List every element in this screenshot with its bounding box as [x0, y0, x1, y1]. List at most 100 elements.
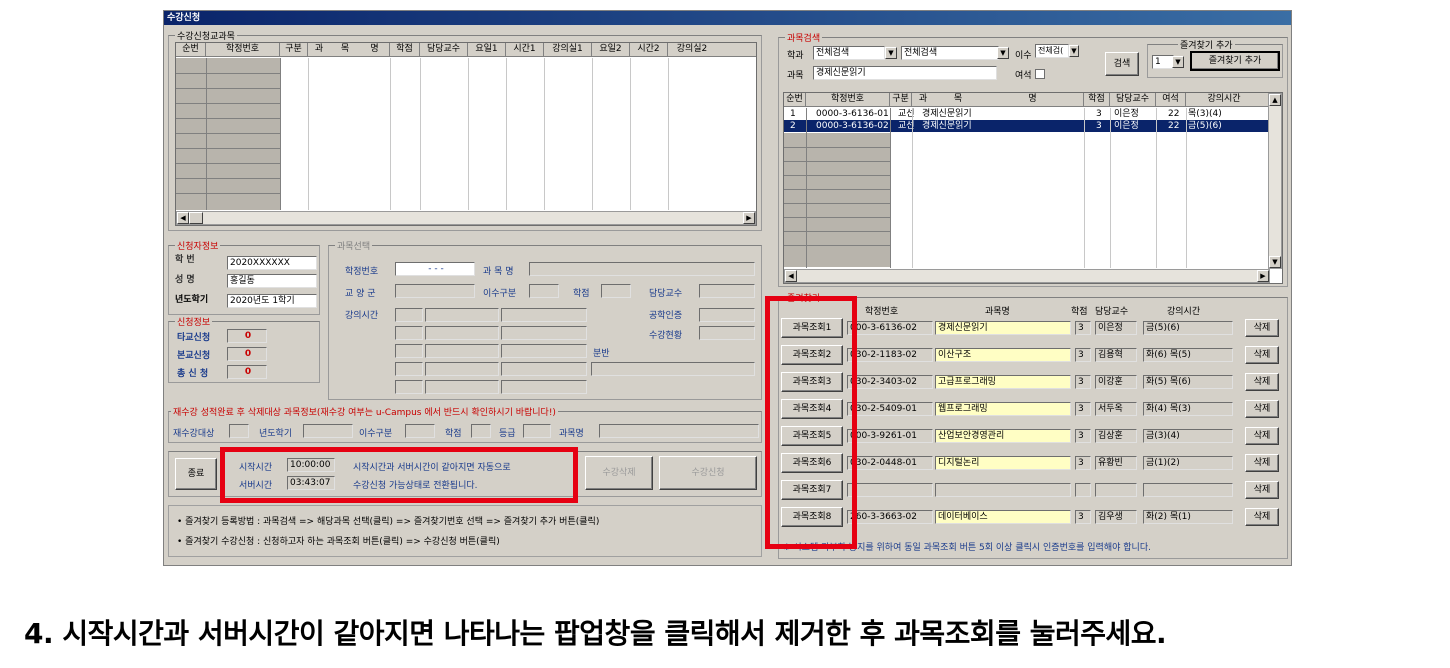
- search-row-headers: [784, 133, 890, 267]
- retake-grade-label: 등급: [499, 429, 516, 439]
- time-field-a3: [395, 344, 423, 358]
- apply-registration-button[interactable]: 수강신청: [659, 456, 757, 490]
- time-field-a5: [395, 380, 423, 394]
- fav-time: 화(2) 목(1): [1143, 510, 1233, 524]
- application-label: 신청정보: [175, 315, 213, 328]
- scroll-up-icon[interactable]: ▲: [1269, 94, 1281, 106]
- fav-credit: 3: [1075, 348, 1091, 362]
- retake-label: 재수강 성적완료 후 삭제대상 과목정보(재수강 여부는 u-Campus 에서…: [171, 405, 558, 418]
- row-name: 경제신문읽기: [922, 109, 972, 119]
- scroll-thumb[interactable]: [189, 212, 203, 224]
- help-line1: • 즐겨찾기 등록방법 : 과목검색 => 해당과목 선택(클릭) => 즐겨찾…: [177, 517, 600, 527]
- area-field: [395, 284, 475, 298]
- search-h-scrollbar[interactable]: ◀ ▶: [784, 269, 1270, 283]
- col-subject-3: 명: [360, 43, 390, 56]
- delete-registration-button[interactable]: 수강삭제: [585, 456, 653, 490]
- instruction-caption: 4. 시작시간과 서버시간이 같아지면 나타나는 팝업창을 클릭해서 제거한 후…: [24, 617, 1167, 650]
- area-label: 교 양 군: [345, 289, 376, 299]
- col-time2: 시간2: [630, 43, 668, 56]
- fav-col-time: 강의시간: [1167, 307, 1201, 317]
- search-v-scrollbar[interactable]: ▲ ▼: [1268, 93, 1282, 269]
- chevron-down-icon[interactable]: ▼: [1069, 45, 1079, 57]
- delete-favorite-button[interactable]: 삭제: [1245, 373, 1279, 391]
- section-field: [591, 362, 755, 376]
- other-school-count: 0: [227, 329, 267, 343]
- scroll-right-icon[interactable]: ▶: [1257, 270, 1269, 282]
- course-name-field: [529, 262, 755, 276]
- fav-prof: 김용혁: [1095, 348, 1137, 362]
- search-button[interactable]: 검색: [1105, 52, 1139, 76]
- type-select[interactable]: 전체검(: [1035, 44, 1069, 58]
- col-credit: 학점: [390, 43, 420, 56]
- fav-name: 산업보안경영관리: [935, 429, 1071, 443]
- lookup-highlight-box: [765, 296, 857, 549]
- delete-favorite-button[interactable]: 삭제: [1245, 427, 1279, 445]
- code-field[interactable]: - - -: [395, 262, 475, 276]
- time-field-c1: [501, 308, 587, 322]
- retake-grade-field: [523, 424, 551, 438]
- window-title: 수강신청: [164, 11, 1291, 25]
- seat-checkbox[interactable]: [1035, 69, 1045, 79]
- col-seq: 순번: [176, 43, 206, 56]
- delete-favorite-button[interactable]: 삭제: [1245, 454, 1279, 472]
- course-select-label: 과목선택: [335, 239, 373, 252]
- chevron-down-icon[interactable]: ▼: [997, 47, 1009, 59]
- fav-col-name: 과목명: [985, 307, 1010, 317]
- delete-favorite-button[interactable]: 삭제: [1245, 400, 1279, 418]
- search-row-selected[interactable]: 2 0000-3-6136-02 교선 경제신문읽기 3 이은정 22 금(5)…: [784, 120, 1268, 132]
- favorite-number-select[interactable]: 1: [1152, 55, 1174, 69]
- scroll-down-icon[interactable]: ▼: [1269, 256, 1281, 268]
- fav-credit: 3: [1075, 375, 1091, 389]
- dept-select-2[interactable]: 전체검색: [901, 46, 999, 60]
- fav-col-credit: 학점: [1071, 307, 1088, 317]
- time-field-c2: [501, 326, 587, 340]
- section-label: 분반: [593, 349, 610, 359]
- student-id-field: 2020XXXXXX: [227, 256, 317, 270]
- fav-time: 화(6) 목(5): [1143, 348, 1233, 362]
- dept-label: 학과: [787, 51, 804, 61]
- fav-prof: 김우생: [1095, 510, 1137, 524]
- col-type: 구분: [280, 43, 308, 56]
- search-row[interactable]: 1 0000-3-6136-01 교선 경제신문읽기 3 이은정 22 목(3)…: [784, 108, 1268, 120]
- fav-code: 030-2-0448-01: [847, 456, 933, 470]
- favorite-add-label: 즐겨찾기 추가: [1178, 38, 1235, 51]
- retake-course-field: [599, 424, 759, 438]
- col-seats: 여석: [1156, 93, 1186, 106]
- time-field-a1: [395, 308, 423, 322]
- retake-year-label: 년도학기: [259, 429, 293, 439]
- scroll-left-icon[interactable]: ◀: [177, 212, 189, 224]
- scroll-right-icon[interactable]: ▶: [743, 212, 755, 224]
- registered-h-scrollbar[interactable]: ◀ ▶: [176, 211, 756, 225]
- delete-favorite-button[interactable]: 삭제: [1245, 346, 1279, 364]
- registered-courses-label: 수강신청교과목: [175, 29, 237, 42]
- year-label: 년도학기: [175, 295, 209, 305]
- applicant-group: 신청자정보 학 번 2020XXXXXX 성 명 홍길동 년도학기 2020년도…: [168, 239, 320, 315]
- prof-label: 담당교수: [649, 289, 683, 299]
- fav-name: 디지털논리: [935, 456, 1071, 470]
- seat-label: 여석: [1015, 71, 1032, 81]
- chevron-down-icon[interactable]: ▼: [885, 47, 897, 59]
- favorite-add-button[interactable]: 즐겨찾기 추가: [1190, 51, 1280, 71]
- fav-name: 고급프로그래밍: [935, 375, 1071, 389]
- retake-credit-label: 학점: [445, 429, 462, 439]
- course-select-group: 과목선택 학정번호 - - - 과 목 명 교 양 군 이수구분 학점 담당교수…: [328, 239, 762, 400]
- col-subject-3: 명: [982, 93, 1084, 106]
- col-room1: 강의실1: [544, 43, 592, 56]
- retake-target-label: 재수강대상: [173, 429, 215, 439]
- chevron-down-icon[interactable]: ▼: [1172, 56, 1184, 68]
- exit-button[interactable]: 종료: [175, 458, 217, 490]
- col-type: 구분: [890, 93, 912, 106]
- dept-select-1[interactable]: 전체검색: [813, 46, 885, 60]
- fav-col-prof: 담당교수: [1095, 307, 1129, 317]
- retake-type-field: [405, 424, 435, 438]
- delete-favorite-button[interactable]: 삭제: [1245, 508, 1279, 526]
- course-search-input[interactable]: 경제신문읽기: [813, 66, 997, 80]
- fav-prof: 이은정: [1095, 321, 1137, 335]
- retake-target-field: [229, 424, 249, 438]
- fav-code: [847, 483, 933, 497]
- fav-col-code: 학정번호: [865, 307, 899, 317]
- delete-favorite-button[interactable]: 삭제: [1245, 319, 1279, 337]
- delete-favorite-button[interactable]: 삭제: [1245, 481, 1279, 499]
- scroll-left-icon[interactable]: ◀: [785, 270, 797, 282]
- fav-code: 000-3-6136-02: [847, 321, 933, 335]
